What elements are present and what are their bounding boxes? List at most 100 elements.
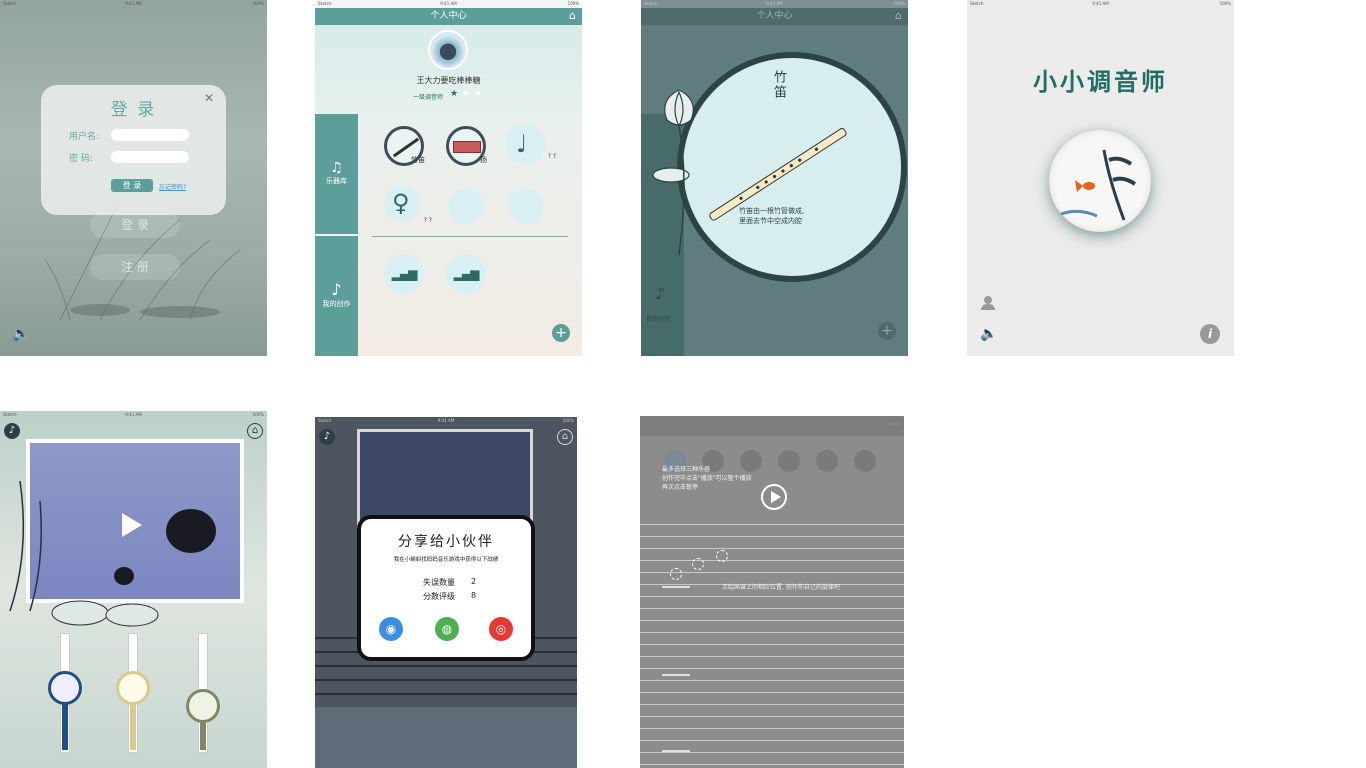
instrument-slot[interactable] bbox=[854, 450, 876, 472]
home-icon[interactable]: ⌂ bbox=[557, 429, 573, 445]
speaker-icon[interactable]: 🔈 bbox=[12, 326, 29, 342]
speaker-icon[interactable]: 🔈 bbox=[980, 326, 997, 342]
app-title: 小小调音师 bbox=[1033, 68, 1168, 96]
pond-bottom bbox=[315, 707, 577, 768]
instrument-pipa-tile[interactable]: ♀ ? ? bbox=[384, 186, 432, 224]
slider-fill bbox=[200, 720, 206, 750]
menu-dots-icon[interactable]: ··· bbox=[890, 420, 898, 429]
dulcimer-icon bbox=[453, 141, 481, 153]
password-label: 密 码: bbox=[69, 154, 93, 164]
staff-lines bbox=[640, 524, 904, 766]
work-item[interactable]: ▂▄▆ bbox=[446, 254, 486, 294]
login-button[interactable]: 登 录 bbox=[111, 179, 153, 192]
compose-hint: 点绘画谱上的相应位置, 创作你自己的旋律吧 bbox=[722, 584, 840, 591]
profile-area: 王大力要吃棒棒糖 一级调音师 ★★★ bbox=[315, 25, 582, 115]
add-button[interactable]: + bbox=[552, 324, 570, 342]
tip-line: 最多选择三种乐器 bbox=[662, 466, 711, 473]
waterweed-decoration bbox=[9, 480, 42, 611]
header-bar: 个人中心 ⌂ bbox=[315, 8, 582, 25]
weibo-share-icon[interactable]: ◎ bbox=[489, 617, 513, 641]
share-title: 分享给小伙伴 bbox=[398, 534, 494, 550]
username-label: 用户名: bbox=[69, 132, 100, 142]
instrument-title: 竹笛 bbox=[771, 70, 786, 100]
waveform-icon: ▂▄▆ bbox=[391, 267, 418, 281]
play-button[interactable] bbox=[761, 484, 787, 510]
header-bar: 个人中心 ⌂ bbox=[641, 8, 908, 25]
tip-line: 再次点击暂停 bbox=[662, 484, 699, 491]
bg-login-button[interactable]: 登 录 bbox=[90, 212, 180, 238]
sidebar-item-works[interactable]: ♪ 我的创作 bbox=[315, 236, 358, 356]
user-icon[interactable] bbox=[981, 296, 995, 310]
note-marker[interactable] bbox=[670, 568, 682, 580]
login-screen: Sketch 9:41 AM 100% 登 录 注 册 ✕ 登 录 用户名: 密 码… bbox=[0, 0, 267, 356]
sidebar-item-label: 我的创作 bbox=[322, 300, 351, 308]
instrument-slot[interactable] bbox=[778, 450, 800, 472]
status-bar: Sketch 9:41 AM 100% bbox=[3, 1, 264, 6]
status-bar: Sketch 9:41 AM 100% bbox=[318, 418, 574, 423]
pipa-icon: ♀ bbox=[392, 189, 410, 217]
divider bbox=[372, 236, 568, 237]
instrument-description-line: 竹笛由一根竹管做成, bbox=[739, 207, 805, 215]
slider-knob-blue[interactable] bbox=[48, 671, 82, 705]
sidebar-item-library[interactable]: ♫ 乐器库 bbox=[315, 114, 358, 234]
instrument-slot[interactable] bbox=[740, 450, 762, 472]
status-bar: Sketch 9:41 AM 100% bbox=[315, 0, 582, 8]
tadpole-illustration bbox=[114, 567, 134, 585]
instrument-erhu-tile[interactable]: ♩ ? ? bbox=[506, 124, 556, 164]
bg-register-button[interactable]: 注 册 bbox=[90, 254, 180, 280]
play-icon bbox=[771, 491, 781, 503]
sidebar-item-label: 乐器库 bbox=[326, 177, 347, 185]
music-note-icon[interactable]: ♪ bbox=[319, 429, 335, 445]
work-item[interactable]: ▂▄▆ bbox=[384, 254, 424, 294]
play-icon[interactable] bbox=[122, 513, 142, 537]
status-bar: Sketch 9:41 AM 100% bbox=[3, 412, 264, 417]
score-label: 分数评级 bbox=[423, 592, 455, 601]
tip-line: 创作完毕点击"播放"可以整个播放 bbox=[662, 475, 752, 482]
add-button[interactable]: + bbox=[878, 322, 896, 340]
username-input[interactable] bbox=[111, 129, 189, 141]
share-subtitle: 我在小蝌蚪找妈妈音乐游戏中获得以下战绩 bbox=[393, 557, 499, 563]
user-name: 王大力要吃棒棒糖 bbox=[416, 76, 481, 85]
note-marker[interactable] bbox=[716, 550, 728, 562]
home-icon[interactable]: ⌂ bbox=[247, 423, 263, 439]
password-input[interactable] bbox=[111, 151, 189, 163]
home-icon[interactable]: ⌂ bbox=[895, 9, 902, 22]
level-label: 一级调音师 bbox=[413, 94, 444, 101]
note-marker[interactable] bbox=[692, 558, 704, 570]
home-icon[interactable]: ⌂ bbox=[569, 9, 576, 22]
guitar-icon: ♫ bbox=[330, 160, 343, 176]
goldfish-illustration bbox=[1060, 149, 1137, 221]
music-note-icon[interactable]: ♪ bbox=[4, 423, 20, 439]
status-bar: Sketch 9:41 AM 100% bbox=[641, 0, 908, 8]
qq-share-icon[interactable]: ◉ bbox=[379, 617, 403, 641]
lotus-decoration bbox=[652, 89, 694, 256]
waveform-icon: ▂▄▆ bbox=[453, 267, 480, 281]
top-bar: ··· bbox=[640, 416, 904, 436]
compose-screen: ··· 最多选择三种乐器 创作完毕点击"播放"可以整个播放 再次点击暂停 点绘画… bbox=[640, 416, 904, 768]
mistakes-label: 失误数量 bbox=[423, 578, 455, 587]
mistakes-value: 2 bbox=[471, 577, 477, 586]
personal-center-screen: Sketch 9:41 AM 100% 个人中心 ⌂ 王大力要吃棒棒糖 一级调音师 … bbox=[315, 0, 582, 356]
erhu-icon: ♩ bbox=[516, 130, 528, 158]
track-marker bbox=[662, 750, 690, 752]
wechat-share-icon[interactable]: ◍ bbox=[435, 617, 459, 641]
slider-knob-gold[interactable] bbox=[116, 671, 150, 705]
slider-knob-olive[interactable] bbox=[186, 689, 220, 723]
forgot-password-link[interactable]: 忘记密码? bbox=[159, 182, 186, 191]
music-note-icon: ♪ bbox=[331, 280, 342, 299]
track-marker bbox=[662, 674, 690, 676]
info-icon[interactable]: i bbox=[1200, 324, 1220, 344]
instrument-dulcimer-tile[interactable]: 扬 bbox=[446, 126, 487, 166]
start-button[interactable] bbox=[1049, 130, 1151, 232]
locked-instrument-tile[interactable] bbox=[508, 188, 544, 224]
instrument-flute-tile[interactable]: 竹笛 bbox=[384, 126, 425, 166]
instrument-description-line: 里面去节中空成内腔 bbox=[739, 217, 802, 225]
star-rating: ★★★ bbox=[450, 89, 487, 99]
login-title: 登 录 bbox=[110, 100, 157, 120]
lilypad-decoration bbox=[51, 600, 159, 627]
avatar[interactable] bbox=[428, 30, 468, 70]
instrument-slot[interactable] bbox=[816, 450, 838, 472]
login-dialog: ✕ 登 录 用户名: 密 码: 登 录 忘记密码? bbox=[41, 85, 226, 215]
locked-instrument-tile[interactable] bbox=[448, 188, 484, 224]
score-value: 8 bbox=[471, 591, 477, 600]
